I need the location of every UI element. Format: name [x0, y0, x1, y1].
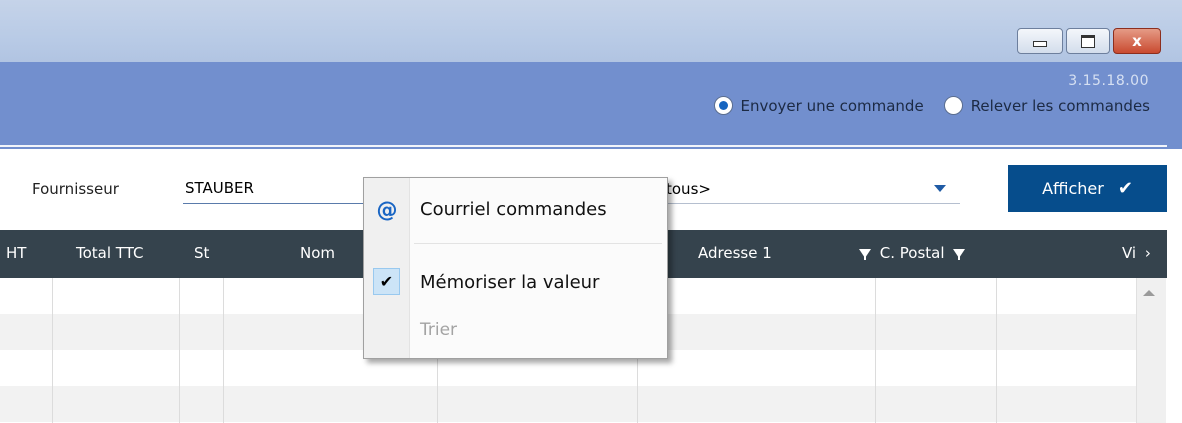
column-divider	[223, 278, 224, 423]
show-button[interactable]: Afficher ✔	[1008, 165, 1167, 212]
radio-fetch-orders[interactable]	[943, 96, 963, 115]
col-header-c-postal-label: C. Postal	[879, 244, 945, 262]
maximize-icon	[1081, 34, 1095, 48]
supplier-label: Fournisseur	[32, 180, 119, 198]
title-bar: x	[0, 0, 1182, 62]
column-divider	[875, 278, 876, 423]
menu-item-label: Courriel commandes	[420, 199, 607, 220]
supplier-input[interactable]	[183, 172, 373, 204]
filter-icon[interactable]	[859, 249, 871, 260]
table-row[interactable]	[0, 386, 1136, 422]
column-divider	[179, 278, 180, 423]
column-divider	[996, 278, 997, 423]
menu-item-label: Trier	[420, 320, 458, 340]
col-header-vi-label: Vi	[1122, 244, 1137, 262]
at-icon: @	[376, 198, 398, 222]
col-header-ht[interactable]: HT	[6, 244, 26, 262]
maximize-button[interactable]	[1066, 28, 1110, 54]
radio-selected-dot	[718, 101, 728, 110]
version-label: 3.15.18.00	[1068, 73, 1149, 89]
menu-item-remember-value[interactable]: ✔ Mémoriser la valeur	[364, 263, 667, 303]
filter-icon[interactable]	[953, 249, 966, 260]
close-icon: x	[1132, 32, 1142, 50]
scroll-up-icon[interactable]	[1143, 290, 1155, 296]
context-menu: @ Courriel commandes ✔ Mémoriser la vale…	[363, 177, 668, 359]
column-divider	[52, 278, 53, 423]
col-header-vi[interactable]: Vi ›	[1122, 244, 1151, 262]
filter-select[interactable]: tous>	[656, 172, 960, 204]
col-header-c-postal[interactable]: C. Postal	[855, 244, 969, 262]
close-button[interactable]: x	[1113, 28, 1161, 54]
col-header-adresse-1[interactable]: Adresse 1	[698, 244, 772, 262]
menu-item-label: Mémoriser la valeur	[420, 272, 600, 293]
col-header-st[interactable]: St	[194, 244, 209, 262]
col-header-total-ttc[interactable]: Total TTC	[76, 244, 143, 262]
menu-item-email-orders[interactable]: @ Courriel commandes	[364, 190, 667, 230]
show-button-label: Afficher	[1042, 179, 1104, 198]
chevron-right-icon[interactable]: ›	[1145, 244, 1151, 262]
chevron-down-icon[interactable]	[934, 185, 946, 192]
menu-separator	[414, 243, 662, 244]
col-header-nom[interactable]: Nom	[300, 244, 335, 262]
menu-item-sort: Trier	[364, 311, 667, 351]
vertical-scrollbar[interactable]	[1136, 278, 1166, 423]
mode-radio-group: Envoyer une commande Relever les command…	[713, 96, 1150, 115]
window-controls: x	[1017, 28, 1161, 54]
minimize-button[interactable]	[1017, 28, 1063, 54]
minimize-icon	[1033, 41, 1047, 47]
radio-send-order-label[interactable]: Envoyer une commande	[741, 97, 924, 115]
filter-select-value: tous>	[666, 180, 711, 198]
header-divider	[0, 145, 1167, 147]
radio-fetch-orders-label[interactable]: Relever les commandes	[971, 97, 1150, 115]
radio-send-order[interactable]	[713, 96, 733, 115]
check-icon: ✔	[373, 268, 400, 295]
check-icon: ✔	[1117, 178, 1133, 199]
